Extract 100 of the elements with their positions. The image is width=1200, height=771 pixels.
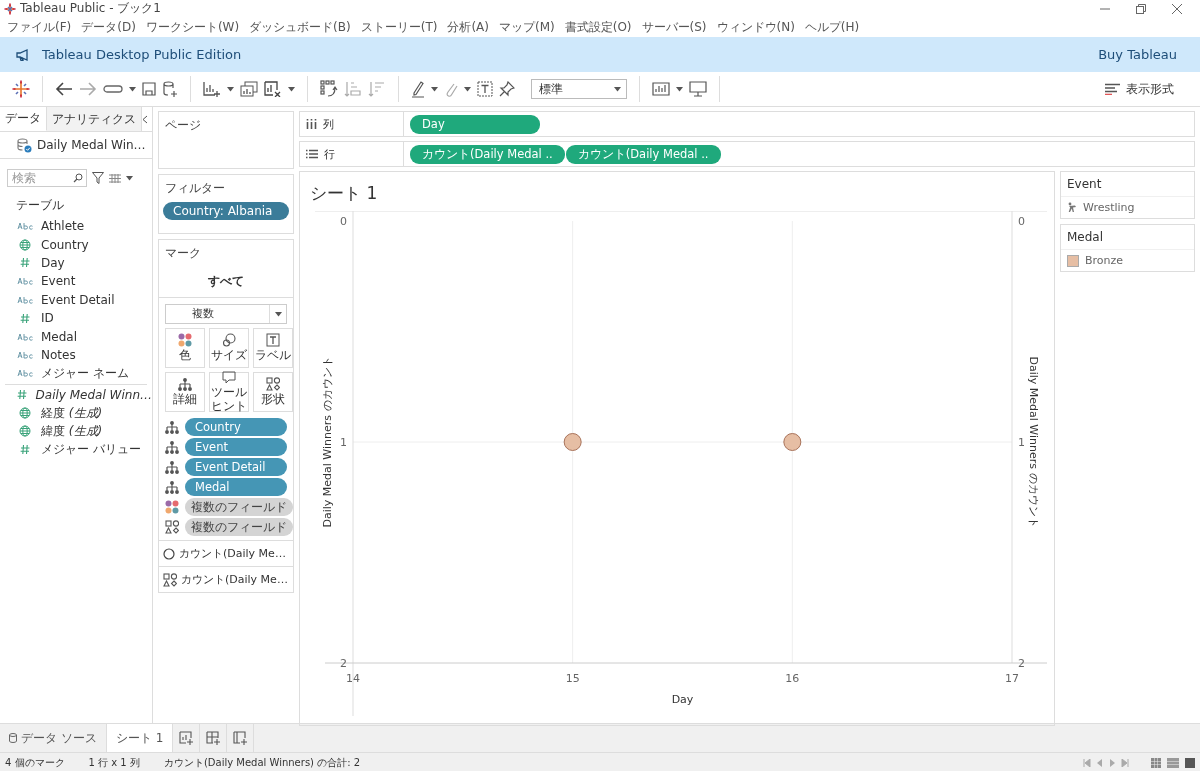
caret-icon[interactable] bbox=[614, 86, 621, 92]
axis-title: Day bbox=[671, 693, 694, 706]
field-name[interactable]: 緯度 (生成) bbox=[41, 423, 103, 440]
grid-view-icon[interactable] bbox=[109, 173, 121, 183]
close-icon[interactable] bbox=[1172, 3, 1182, 14]
collapse-chevron-icon[interactable] bbox=[142, 114, 148, 124]
field-name[interactable]: Day bbox=[41, 255, 65, 270]
measure-tab[interactable]: カウント(Daily Me… bbox=[159, 540, 293, 566]
fit-dropdown[interactable]: 標準 bbox=[531, 79, 627, 99]
duplicate-chart-icon[interactable] bbox=[240, 81, 258, 97]
wrestler-icon bbox=[1067, 202, 1077, 213]
pen-icon[interactable] bbox=[411, 80, 425, 98]
pin-icon[interactable] bbox=[499, 81, 515, 97]
mark-property-button[interactable]: ツールヒント bbox=[209, 372, 249, 412]
database-icon bbox=[9, 733, 17, 743]
caret-icon[interactable] bbox=[288, 86, 295, 92]
pane-tab[interactable]: アナリティクス bbox=[47, 107, 142, 131]
new-worksheet-icon[interactable] bbox=[179, 731, 194, 745]
banner-title: Tableau Desktop Public Edition bbox=[42, 47, 243, 62]
field-name[interactable]: メジャー バリュー bbox=[41, 441, 141, 459]
caret-icon[interactable] bbox=[227, 86, 234, 92]
menu-item[interactable]: サーバー(S) bbox=[641, 18, 707, 36]
show-me-icon[interactable] bbox=[652, 82, 670, 96]
hierarchy-icon bbox=[165, 480, 179, 494]
caret-icon[interactable] bbox=[464, 86, 471, 92]
field-name[interactable]: Event Detail bbox=[41, 292, 115, 307]
data-source-name[interactable]: Daily Medal Win… bbox=[37, 138, 146, 152]
hierarchy-icon[interactable] bbox=[178, 377, 192, 391]
size-circles-icon[interactable] bbox=[222, 333, 236, 348]
mark-property-button[interactable]: サイズ bbox=[209, 328, 249, 368]
field-name[interactable]: ID bbox=[41, 311, 54, 326]
filter-icon[interactable] bbox=[92, 172, 104, 184]
legend-label[interactable]: Wrestling bbox=[1083, 201, 1135, 214]
measure-tab[interactable]: カウント(Daily Me… bbox=[159, 566, 293, 592]
menu-item[interactable]: 分析(A) bbox=[447, 18, 489, 36]
sheet-tab[interactable]: シート 1 bbox=[106, 724, 174, 752]
menu-item[interactable]: 書式設定(O) bbox=[564, 18, 632, 36]
text-box-icon[interactable] bbox=[477, 81, 493, 97]
restore-icon[interactable] bbox=[1136, 3, 1146, 14]
hierarchy-icon bbox=[165, 460, 179, 474]
menu-item[interactable]: データ(D) bbox=[81, 18, 136, 36]
caret-icon[interactable] bbox=[129, 86, 136, 92]
field-name[interactable]: メジャー ネーム bbox=[41, 364, 129, 382]
globe-icon bbox=[19, 238, 31, 251]
menu-item[interactable]: マップ(M) bbox=[499, 18, 555, 36]
mark-type-dropdown[interactable]: 複数 bbox=[165, 304, 287, 324]
caret-icon[interactable] bbox=[431, 86, 438, 92]
new-story-icon[interactable] bbox=[233, 731, 248, 745]
menu-item[interactable]: ウィンドウ(N) bbox=[716, 18, 795, 36]
presentation-icon[interactable] bbox=[689, 81, 707, 97]
back-arrow-icon[interactable] bbox=[55, 82, 73, 96]
caret-icon[interactable] bbox=[274, 311, 282, 317]
caret-icon[interactable] bbox=[676, 86, 683, 92]
section-heading: テーブル bbox=[15, 197, 65, 214]
search-field[interactable]: 検索 bbox=[7, 169, 87, 187]
field-name[interactable]: Medal bbox=[41, 329, 78, 344]
search-icon[interactable] bbox=[73, 173, 83, 183]
shapes-icon[interactable] bbox=[266, 377, 280, 392]
field-name[interactable]: Event bbox=[41, 274, 76, 289]
filter-pill[interactable]: Country: Albania bbox=[163, 202, 289, 220]
menu-item[interactable]: ダッシュボード(B) bbox=[249, 18, 351, 36]
grid-view-icon[interactable] bbox=[1151, 757, 1161, 768]
legend-title: Event bbox=[1061, 172, 1194, 197]
swap-axes-icon[interactable] bbox=[320, 80, 338, 98]
add-chart-icon[interactable] bbox=[203, 81, 221, 97]
text-type-icon bbox=[17, 332, 33, 341]
text-type-icon bbox=[17, 222, 33, 231]
shelf-label: 列 bbox=[323, 116, 334, 132]
show-me-button[interactable]: 表示形式 bbox=[1103, 78, 1176, 100]
text-label-icon[interactable] bbox=[266, 333, 280, 348]
menu-item[interactable]: ファイル(F) bbox=[7, 18, 72, 36]
field-name[interactable]: Athlete bbox=[41, 219, 85, 234]
mark-property-button[interactable]: 詳細 bbox=[165, 372, 205, 412]
mark-property-button[interactable]: ラベル bbox=[253, 328, 293, 368]
field-name[interactable]: Daily Medal Winn… bbox=[35, 387, 152, 402]
single-view-icon[interactable] bbox=[1185, 757, 1195, 768]
tableau-logo-icon[interactable] bbox=[12, 80, 30, 98]
text: 16 bbox=[785, 672, 800, 685]
legend-label[interactable]: Bronze bbox=[1085, 254, 1124, 267]
mark-property-button[interactable]: 色 bbox=[165, 328, 205, 368]
field-name[interactable]: Country bbox=[41, 237, 89, 252]
new-dashboard-icon[interactable] bbox=[206, 731, 221, 745]
menu-item[interactable]: ストーリー(T) bbox=[360, 18, 438, 36]
marks-tab[interactable]: すべて bbox=[159, 267, 293, 298]
menu-item[interactable]: ワークシート(W) bbox=[145, 18, 240, 36]
color-dots-icon[interactable] bbox=[178, 333, 192, 348]
menu-item[interactable]: ヘルプ(H) bbox=[804, 18, 860, 36]
save-icon[interactable] bbox=[142, 82, 156, 96]
clear-chart-icon[interactable] bbox=[264, 81, 282, 97]
card-title: マーク bbox=[164, 245, 202, 262]
add-database-icon[interactable] bbox=[162, 81, 178, 97]
caret-icon[interactable] bbox=[126, 175, 133, 181]
field-pill[interactable]: 複数のフィールド bbox=[185, 518, 293, 536]
field-pill[interactable]: 複数のフィールド bbox=[185, 498, 293, 516]
buy-link[interactable]: Buy Tableau bbox=[1098, 47, 1177, 62]
field-name[interactable]: Notes bbox=[41, 347, 76, 362]
speech-bubble-icon[interactable] bbox=[222, 371, 236, 385]
field-name[interactable]: 経度 (生成) bbox=[41, 404, 103, 422]
mark-property-button[interactable]: 形状 bbox=[253, 372, 293, 412]
axis-title: Daily Medal Winners のカウント bbox=[321, 356, 334, 528]
